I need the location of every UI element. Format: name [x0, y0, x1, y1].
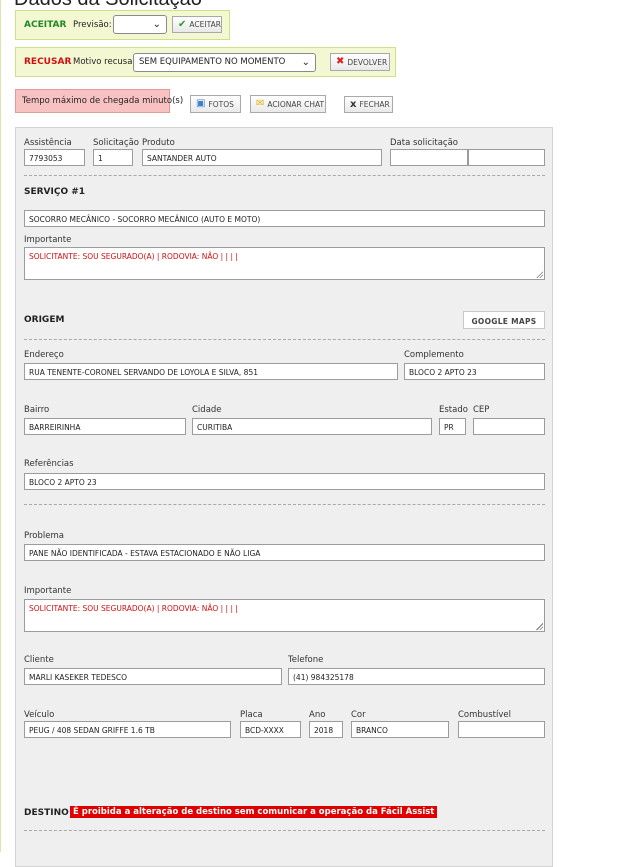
estado-label: Estado: [439, 405, 468, 415]
divider: [24, 830, 545, 831]
cidade-label: Cidade: [192, 405, 222, 415]
placa-label: Placa: [240, 710, 263, 720]
google-maps-button[interactable]: GOOGLE MAPS: [463, 311, 545, 329]
divider: [24, 339, 545, 340]
data-solicitacao-date-field[interactable]: [390, 149, 468, 166]
cliente-field[interactable]: MARLI KASEKER TEDESCO: [24, 668, 282, 685]
ano-field[interactable]: 2018: [309, 721, 343, 738]
complemento-field[interactable]: BLOCO 2 APTO 23: [404, 363, 545, 380]
assistencia-field[interactable]: 7793053: [24, 149, 85, 166]
estado-field[interactable]: PR: [439, 418, 466, 435]
endereco-label: Endereço: [24, 350, 64, 360]
forecast-select[interactable]: ⌄: [113, 15, 167, 34]
cep-field[interactable]: [473, 418, 545, 435]
produto-label: Produto: [142, 138, 175, 148]
veiculo-field[interactable]: PEUG / 408 SEDAN GRIFFE 1.6 TB: [24, 721, 231, 738]
cep-label: CEP: [473, 405, 490, 415]
chat-button[interactable]: ✉ ACIONAR CHAT: [250, 95, 326, 113]
reason-select[interactable]: SEM EQUIPAMENTO NO MOMENTO ⌄: [133, 53, 316, 72]
bairro-label: Bairro: [24, 405, 50, 415]
arrival-time-alert: Tempo máximo de chegada minuto(s): [15, 89, 183, 113]
close-button[interactable]: x FECHAR: [344, 96, 393, 113]
reason-label: Motivo recusa:: [73, 57, 136, 67]
chevron-down-icon: ⌄: [301, 57, 310, 68]
combustivel-label: Combustível: [458, 710, 511, 720]
divider: [24, 504, 545, 505]
produto-field[interactable]: SANTANDER AUTO: [142, 149, 382, 166]
service-title: SERVIÇO #1: [24, 187, 86, 197]
check-icon: ✔: [178, 18, 187, 30]
complemento-label: Complemento: [404, 350, 464, 360]
cor-field[interactable]: BRANCO: [351, 721, 449, 738]
destination-warning-badge: É proibida a alteração de destino sem co…: [70, 806, 438, 818]
return-button[interactable]: ✖ DEVOLVER: [330, 53, 390, 71]
resize-handle-icon[interactable]: [536, 271, 543, 278]
telefone-field[interactable]: (41) 984325178: [288, 668, 545, 685]
accept-label: ACEITAR: [24, 20, 67, 30]
cidade-field[interactable]: CURITIBA: [192, 418, 432, 435]
close-icon: x: [350, 98, 357, 110]
referencias-field[interactable]: BLOCO 2 APTO 23: [24, 473, 545, 490]
refuse-label: RECUSAR: [24, 57, 72, 67]
origin-title: ORIGEM: [24, 315, 65, 325]
problema-label: Problema: [24, 531, 64, 541]
cross-icon: ✖: [336, 56, 345, 67]
problema-field[interactable]: PANE NÃO IDENTIFICADA - ESTAVA ESTACIONA…: [24, 544, 545, 561]
referencias-label: Referências: [24, 459, 74, 469]
telefone-label: Telefone: [288, 655, 324, 665]
solicitacao-field[interactable]: 1: [93, 149, 133, 166]
data-solicitacao-label: Data solicitação: [390, 138, 459, 148]
solicitacao-label: Solicitação: [93, 138, 139, 148]
data-solicitacao-time-field[interactable]: [468, 149, 545, 166]
divider: [24, 175, 545, 176]
endereco-field[interactable]: RUA TENENTE-CORONEL SERVANDO DE LOYOLA E…: [24, 363, 398, 380]
cliente-label: Cliente: [24, 655, 54, 665]
combustivel-field[interactable]: [458, 721, 545, 738]
envelope-icon: ✉: [256, 98, 265, 109]
request-panel: [15, 127, 553, 867]
forecast-label: Previsão:: [73, 20, 112, 30]
ano-label: Ano: [309, 710, 326, 720]
cor-label: Cor: [351, 710, 366, 720]
assistencia-label: Assistência: [24, 138, 72, 148]
photos-button[interactable]: ▣ FOTOS: [190, 95, 241, 113]
resize-handle-icon[interactable]: [536, 623, 543, 630]
accept-button[interactable]: ✔ ACEITAR: [172, 16, 222, 33]
chevron-down-icon: ⌄: [152, 19, 161, 30]
placa-field[interactable]: BCD-XXXX: [240, 721, 301, 738]
photo-icon: ▣: [196, 98, 206, 109]
problem-importante-textarea[interactable]: SOLICITANTE: SOU SEGURADO(A) | RODOVIA: …: [24, 599, 545, 632]
service-importante-label: Importante: [24, 235, 72, 245]
veiculo-label: Veículo: [24, 710, 55, 720]
bairro-field[interactable]: BARREIRINHA: [24, 418, 186, 435]
problem-importante-label: Importante: [24, 586, 72, 596]
service-importante-textarea[interactable]: SOLICITANTE: SOU SEGURADO(A) | RODOVIA: …: [24, 247, 545, 280]
service-description-field[interactable]: SOCORRO MECÂNICO - SOCORRO MECÂNICO (AUT…: [24, 210, 545, 227]
left-border: [0, 0, 1, 852]
destination-title: DESTINO: [24, 808, 69, 818]
